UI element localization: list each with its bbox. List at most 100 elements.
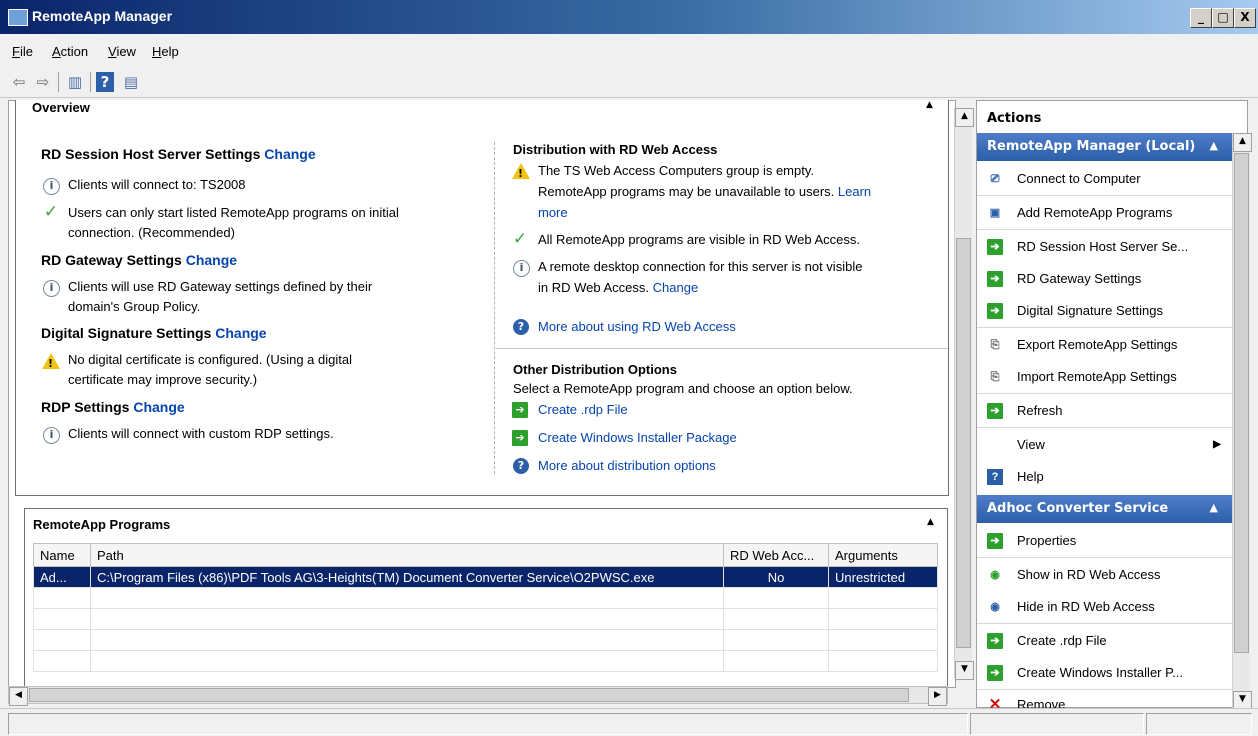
collapse-programs-icon[interactable]: ▲: [927, 517, 934, 527]
gateway-change-link[interactable]: Change: [186, 252, 237, 268]
main-vertical-scrollbar[interactable]: ▲ ▼: [954, 108, 974, 680]
programs-title: RemoteApp Programs: [33, 517, 171, 532]
table-row: [33, 629, 938, 651]
help-icon: ?: [987, 469, 1003, 485]
actions-scrollbar[interactable]: ▲ ▼: [1232, 133, 1252, 710]
scroll-up-button[interactable]: ▲: [955, 108, 974, 127]
column-arguments[interactable]: Arguments: [828, 543, 938, 567]
session-change-link[interactable]: Change: [264, 146, 315, 162]
group-adhoc-converter[interactable]: Adhoc Converter Service ▲: [977, 495, 1232, 523]
action-refresh[interactable]: ➔ Refresh: [977, 395, 1232, 427]
column-path[interactable]: Path: [90, 543, 724, 567]
close-button[interactable]: X: [1234, 8, 1256, 28]
add-program-icon: ▣: [989, 207, 1001, 219]
arrow-icon: ➔: [987, 239, 1003, 255]
learn-more-link[interactable]: Learn: [838, 184, 871, 199]
actions-title: Actions: [987, 111, 1042, 126]
action-gateway-settings[interactable]: ➔ RD Gateway Settings: [977, 263, 1232, 295]
action-create-rdp[interactable]: ➔ Create .rdp File: [977, 625, 1232, 657]
info-icon: i: [43, 280, 60, 297]
action-session-host-settings[interactable]: ➔ RD Session Host Server Se...: [977, 231, 1232, 263]
create-msi-link[interactable]: Create Windows Installer Package: [538, 430, 737, 445]
check-icon: ✓: [512, 229, 528, 249]
learn-more-link-cont[interactable]: more: [538, 205, 568, 220]
action-connect-computer[interactable]: ⎚ Connect to Computer: [977, 163, 1232, 195]
action-create-msi[interactable]: ➔ Create Windows Installer P...: [977, 657, 1232, 689]
arrow-icon: ➔: [987, 665, 1003, 681]
collapse-icon[interactable]: ▲: [1210, 501, 1218, 514]
program-name: Ad...: [33, 566, 91, 588]
action-separator: [977, 229, 1232, 230]
scroll-thumb[interactable]: [956, 238, 971, 648]
show-hide-tree-icon[interactable]: ▥: [64, 72, 86, 92]
webaccess-change-link[interactable]: Change: [653, 280, 699, 295]
globe-hide-icon: ◉: [990, 601, 1000, 613]
scroll-left-button[interactable]: ◀: [9, 687, 28, 706]
status-panel: [1146, 713, 1252, 735]
import-icon: ⎘: [990, 371, 1000, 383]
minimize-button[interactable]: _: [1190, 8, 1212, 28]
export-icon: ⎘: [990, 339, 1000, 351]
menu-help[interactable]: Help: [152, 44, 179, 59]
menu-view[interactable]: View: [108, 44, 136, 59]
app-icon: [8, 9, 28, 26]
action-separator: [977, 557, 1232, 558]
show-action-pane-icon[interactable]: ▤: [120, 72, 142, 92]
action-import-settings[interactable]: ⎘ Import RemoteApp Settings: [977, 361, 1232, 393]
session-line1: Clients will connect to: TS2008: [68, 177, 246, 192]
scroll-thumb[interactable]: [1234, 153, 1249, 653]
arrow-icon: ➔: [987, 303, 1003, 319]
status-panel: [970, 713, 1144, 735]
title-bar: RemoteApp Manager _ □ X: [0, 0, 1258, 34]
scroll-thumb[interactable]: [29, 688, 909, 702]
collapse-overview-icon[interactable]: ▲: [926, 100, 933, 110]
action-signature-settings[interactable]: ➔ Digital Signature Settings: [977, 295, 1232, 327]
column-name[interactable]: Name: [33, 543, 91, 567]
action-remove[interactable]: ✕ Remove: [977, 689, 1232, 713]
webaccess-heading: Distribution with RD Web Access: [513, 142, 718, 157]
column-divider: [494, 142, 495, 474]
action-separator: [977, 327, 1232, 328]
scroll-down-button[interactable]: ▼: [955, 661, 974, 680]
column-web-access[interactable]: RD Web Acc...: [723, 543, 829, 567]
back-icon[interactable]: ⇦: [8, 72, 30, 92]
action-view[interactable]: View ▶: [977, 429, 1232, 461]
collapse-icon[interactable]: ▲: [1210, 139, 1218, 152]
about-webaccess-link[interactable]: More about using RD Web Access: [538, 319, 736, 334]
signature-heading: Digital Signature Settings Change: [41, 325, 267, 341]
webaccess-line2: All RemoteApp programs are visible in RD…: [538, 232, 860, 247]
overview-title: Overview: [32, 100, 90, 115]
action-properties[interactable]: ➔ Properties: [977, 525, 1232, 557]
create-rdp-link[interactable]: Create .rdp File: [538, 402, 628, 417]
action-export-settings[interactable]: ⎘ Export RemoteApp Settings: [977, 329, 1232, 361]
table-row: [33, 650, 938, 672]
rdp-line1: Clients will connect with custom RDP set…: [68, 426, 334, 441]
actions-pane: Actions RemoteApp Manager (Local) ▲ ⎚ Con…: [976, 100, 1252, 713]
gateway-line1b: domain's Group Policy.: [68, 299, 201, 314]
scroll-right-button[interactable]: ▶: [928, 687, 947, 706]
group-remoteapp-manager[interactable]: RemoteApp Manager (Local) ▲: [977, 133, 1232, 161]
info-icon: i: [43, 178, 60, 195]
overview-panel: Overview RD Session Host Server Settings…: [15, 100, 949, 496]
forward-icon[interactable]: ⇨: [32, 72, 54, 92]
menu-file[interactable]: File: [12, 44, 33, 59]
action-hide-web-access[interactable]: ◉ Hide in RD Web Access: [977, 591, 1232, 623]
help-icon[interactable]: ?: [96, 72, 114, 92]
horizontal-scrollbar[interactable]: ◀ ▶: [8, 686, 948, 706]
maximize-button[interactable]: □: [1212, 8, 1234, 28]
menu-action[interactable]: Action: [52, 44, 88, 59]
toolbar-separator: [90, 72, 91, 92]
status-panel: [8, 713, 968, 735]
toolbar-separator: [58, 72, 59, 92]
signature-line1: No digital certificate is configured. (U…: [68, 352, 352, 367]
action-help[interactable]: ? Help: [977, 461, 1232, 493]
action-show-web-access[interactable]: ◉ Show in RD Web Access: [977, 559, 1232, 591]
menu-bar: File Action View Help: [0, 38, 1258, 64]
scroll-up-button[interactable]: ▲: [1233, 133, 1252, 152]
table-row[interactable]: Ad... C:\Program Files (x86)\PDF Tools A…: [33, 566, 938, 588]
signature-change-link[interactable]: Change: [215, 325, 266, 341]
about-distribution-link[interactable]: More about distribution options: [538, 458, 716, 473]
arrow-icon: ➔: [987, 271, 1003, 287]
rdp-change-link[interactable]: Change: [133, 399, 184, 415]
action-add-programs[interactable]: ▣ Add RemoteApp Programs: [977, 197, 1232, 229]
